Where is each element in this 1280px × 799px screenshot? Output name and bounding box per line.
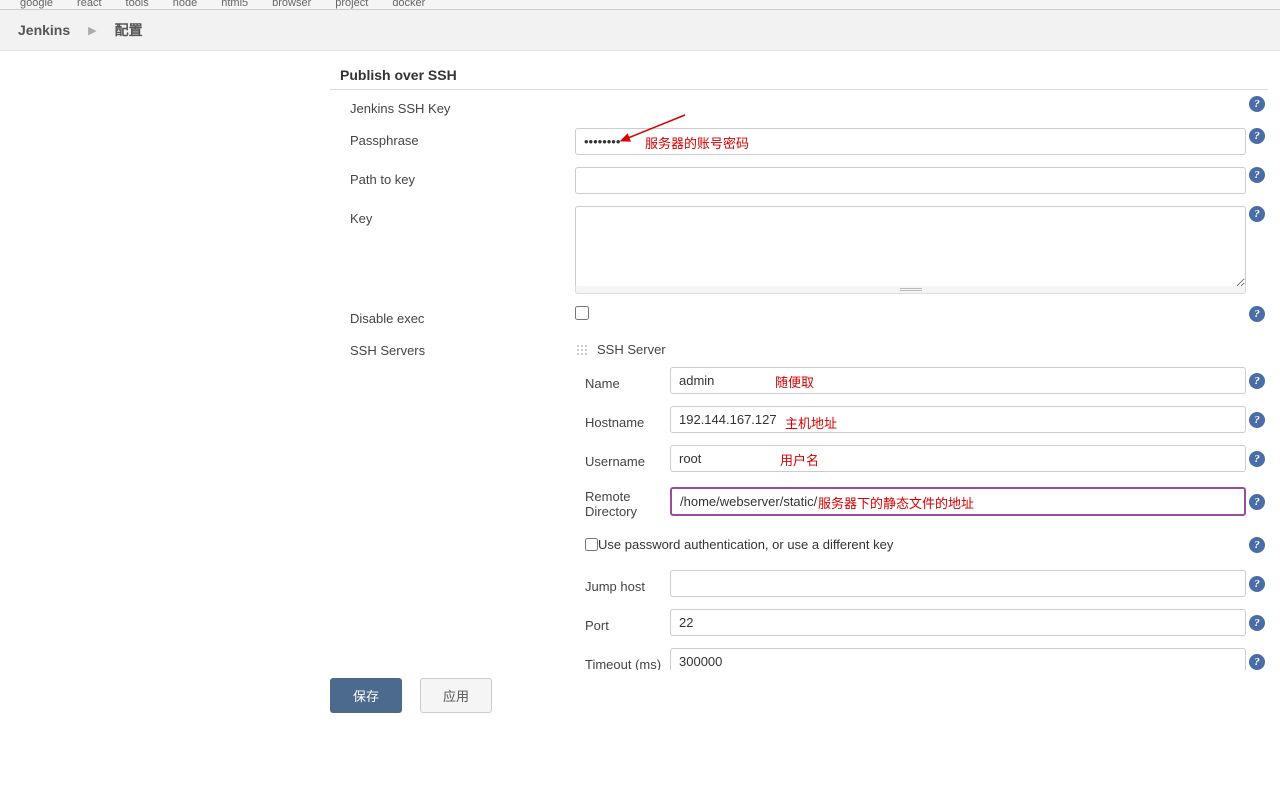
- username-input[interactable]: [670, 445, 1246, 472]
- port-input[interactable]: [670, 609, 1246, 636]
- hostname-input[interactable]: [670, 406, 1246, 433]
- breadcrumb: Jenkins ▶ 配置: [0, 10, 1280, 51]
- key-label: Key: [330, 206, 575, 226]
- section-title: Publish over SSH: [330, 63, 1268, 87]
- passphrase-label: Passphrase: [330, 128, 575, 148]
- use-password-auth-label: Use password authentication, or use a di…: [598, 537, 893, 552]
- ssh-server-title: SSH Server: [597, 342, 666, 357]
- help-icon[interactable]: ?: [1249, 654, 1265, 670]
- remote-directory-input[interactable]: [670, 487, 1246, 516]
- help-icon[interactable]: ?: [1249, 96, 1265, 112]
- use-password-auth-checkbox[interactable]: [585, 538, 598, 551]
- key-textarea[interactable]: [575, 206, 1246, 288]
- path-to-key-label: Path to key: [330, 167, 575, 187]
- help-icon[interactable]: ?: [1249, 306, 1265, 322]
- timeout-label: Timeout (ms): [575, 652, 670, 672]
- resize-handle[interactable]: [575, 286, 1246, 294]
- drag-handle-icon[interactable]: [575, 343, 589, 357]
- help-icon[interactable]: ?: [1249, 128, 1265, 144]
- ssh-servers-label: SSH Servers: [330, 338, 575, 358]
- jump-host-input[interactable]: [670, 570, 1246, 597]
- help-icon[interactable]: ?: [1249, 373, 1265, 389]
- jenkins-ssh-key-label: Jenkins SSH Key: [330, 96, 575, 116]
- port-label: Port: [575, 613, 670, 633]
- username-label: Username: [575, 449, 670, 469]
- help-icon[interactable]: ?: [1249, 576, 1265, 592]
- help-icon[interactable]: ?: [1249, 537, 1265, 553]
- name-input[interactable]: [670, 367, 1246, 394]
- breadcrumb-root[interactable]: Jenkins: [18, 22, 70, 38]
- path-to-key-input[interactable]: [575, 167, 1246, 194]
- disable-exec-label: Disable exec: [330, 306, 575, 326]
- apply-button[interactable]: 应用: [420, 678, 492, 713]
- hostname-label: Hostname: [575, 410, 670, 430]
- disable-exec-checkbox[interactable]: [575, 306, 589, 320]
- help-icon[interactable]: ?: [1249, 615, 1265, 631]
- breadcrumb-page[interactable]: 配置: [115, 20, 143, 40]
- save-button[interactable]: 保存: [330, 678, 402, 713]
- chevron-right-icon: ▶: [88, 24, 96, 37]
- remote-directory-label: Remote Directory: [575, 484, 670, 519]
- name-label: Name: [575, 371, 670, 391]
- help-icon[interactable]: ?: [1249, 206, 1265, 222]
- help-icon[interactable]: ?: [1249, 451, 1265, 467]
- footer-buttons: 保存 应用: [0, 670, 1280, 721]
- help-icon[interactable]: ?: [1249, 412, 1265, 428]
- help-icon[interactable]: ?: [1249, 494, 1265, 510]
- bookmarks-bar: googlereacttoolsnodehtml5browserprojectd…: [0, 0, 1280, 10]
- help-icon[interactable]: ?: [1249, 167, 1265, 183]
- passphrase-input[interactable]: [575, 128, 1246, 155]
- jump-host-label: Jump host: [575, 574, 670, 594]
